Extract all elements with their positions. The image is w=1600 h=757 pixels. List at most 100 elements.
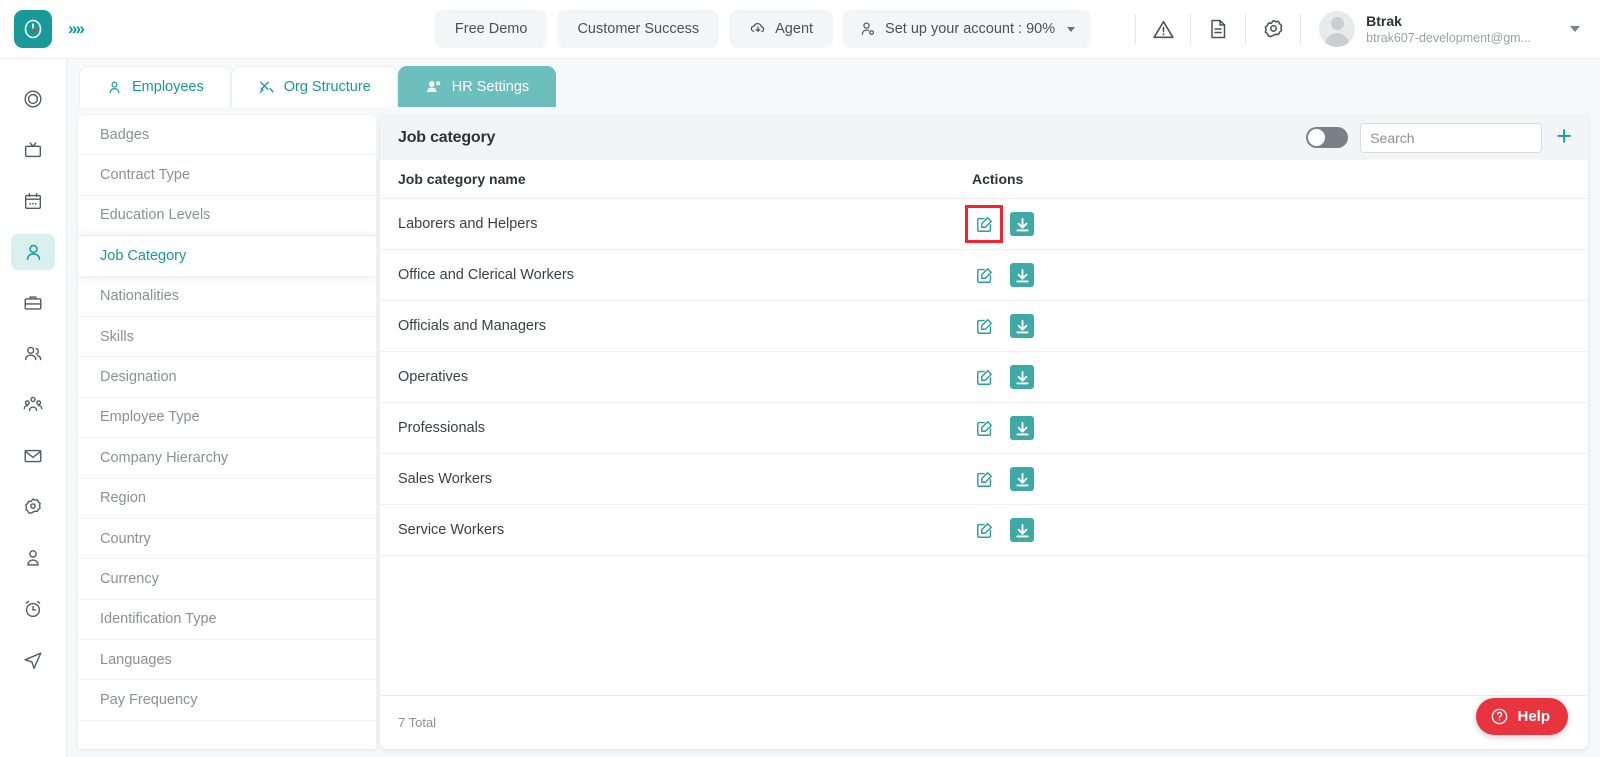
setup-account-button[interactable]: Set up your account : 90% bbox=[843, 10, 1092, 48]
main-tabs: Employees Org Structure HR Settings bbox=[67, 59, 1600, 107]
profile-icon bbox=[27, 550, 39, 566]
tab-hr-settings-label: HR Settings bbox=[451, 79, 530, 95]
hr-settings-menu: Badges Contract Type Education Levels Jo… bbox=[78, 115, 376, 749]
total-count-label: 7 Total bbox=[398, 715, 437, 730]
user-menu[interactable]: Btrak btrak607-development@gm... bbox=[1301, 11, 1600, 47]
table-row: Laborers and Helpers bbox=[380, 199, 1588, 250]
free-demo-button[interactable]: Free Demo bbox=[434, 10, 548, 48]
sidebar-item-calendar[interactable] bbox=[11, 183, 55, 219]
edit-pencil-icon[interactable] bbox=[972, 416, 996, 440]
download-arrow-icon[interactable] bbox=[1010, 263, 1034, 287]
left-nav-rail bbox=[0, 59, 67, 757]
topbar-right-icons: Btrak btrak607-development@gm... bbox=[1135, 0, 1600, 58]
table-row: Service Workers bbox=[380, 505, 1588, 556]
settings-item-job-category[interactable]: Job Category bbox=[78, 236, 376, 277]
download-arrow-icon[interactable] bbox=[1010, 212, 1034, 236]
edit-pencil-icon[interactable] bbox=[972, 518, 996, 542]
customer-success-button[interactable]: Customer Success bbox=[557, 10, 720, 48]
users-gear-icon bbox=[426, 81, 440, 92]
help-button[interactable]: Help bbox=[1476, 698, 1568, 735]
agent-button[interactable]: Agent bbox=[729, 10, 834, 48]
settings-item-education-levels[interactable]: Education Levels bbox=[78, 196, 376, 237]
cell-job-category-name: Operatives bbox=[398, 369, 469, 385]
settings-item-label: Nationalities bbox=[100, 288, 179, 305]
settings-item-country[interactable]: Country bbox=[78, 519, 376, 560]
sidebar-item-team[interactable] bbox=[11, 336, 55, 372]
settings-item-label: Education Levels bbox=[100, 207, 211, 224]
settings-item-region[interactable]: Region bbox=[78, 479, 376, 519]
sidebar-item-mail[interactable] bbox=[11, 438, 55, 474]
tab-hr-settings[interactable]: HR Settings bbox=[397, 66, 557, 107]
sidebar-item-settings[interactable] bbox=[11, 489, 55, 525]
user-info: Btrak btrak607-development@gm... bbox=[1366, 13, 1531, 46]
settings-item-pay-frequency[interactable]: Pay Frequency bbox=[78, 680, 376, 721]
tools-icon bbox=[259, 81, 274, 93]
job-category-card: Job category + Job category name Actions… bbox=[380, 115, 1588, 749]
tab-employees[interactable]: Employees bbox=[79, 66, 231, 107]
dashboard-icon bbox=[24, 90, 42, 108]
people-icon bbox=[24, 346, 42, 361]
edit-pencil-icon[interactable] bbox=[972, 314, 996, 338]
cell-job-category-name: Officials and Managers bbox=[398, 318, 547, 334]
gear-icon[interactable] bbox=[1246, 0, 1300, 58]
free-demo-label: Free Demo bbox=[454, 21, 528, 37]
settings-item-label: Country bbox=[100, 530, 151, 547]
app-logo[interactable] bbox=[14, 10, 52, 48]
sidebar-item-org[interactable] bbox=[11, 387, 55, 423]
sidebar-item-profile[interactable] bbox=[11, 540, 55, 576]
briefcase-icon bbox=[24, 296, 42, 310]
sidebar-item-send[interactable] bbox=[11, 642, 55, 678]
edit-pencil-icon[interactable] bbox=[972, 263, 996, 287]
cell-actions bbox=[972, 518, 1588, 542]
settings-item-languages[interactable]: Languages bbox=[78, 640, 376, 681]
clock-logo-icon bbox=[24, 19, 42, 39]
mail-icon bbox=[24, 449, 42, 463]
person-icon bbox=[26, 244, 40, 260]
settings-item-employee-type[interactable]: Employee Type bbox=[78, 398, 376, 439]
download-arrow-icon[interactable] bbox=[1010, 314, 1034, 338]
edit-pencil-icon[interactable] bbox=[965, 205, 1003, 243]
question-circle-icon bbox=[1492, 708, 1508, 725]
settings-item-currency[interactable]: Currency bbox=[78, 559, 376, 600]
cell-actions bbox=[972, 467, 1588, 491]
settings-item-label: Badges bbox=[100, 126, 150, 143]
settings-item-contract-type[interactable]: Contract Type bbox=[78, 155, 376, 196]
warning-triangle-icon[interactable] bbox=[1136, 0, 1190, 58]
download-arrow-icon[interactable] bbox=[1010, 416, 1034, 440]
download-arrow-icon[interactable] bbox=[1010, 365, 1034, 389]
search-input[interactable] bbox=[1360, 122, 1543, 153]
edit-pencil-icon[interactable] bbox=[972, 365, 996, 389]
tv-screen-icon bbox=[24, 142, 42, 158]
settings-item-skills[interactable]: Skills bbox=[78, 317, 376, 358]
settings-item-badges[interactable]: Badges bbox=[78, 115, 376, 156]
card-header: Job category + bbox=[380, 115, 1588, 160]
document-icon[interactable] bbox=[1191, 0, 1245, 58]
table-row: Office and Clerical Workers bbox=[380, 250, 1588, 301]
sidebar-item-people[interactable] bbox=[11, 234, 55, 270]
sidebar-item-jobs[interactable] bbox=[11, 285, 55, 321]
add-job-category-button[interactable]: + bbox=[1554, 122, 1578, 153]
sidebar-item-time[interactable] bbox=[11, 591, 55, 627]
sidebar-item-dashboard[interactable] bbox=[11, 81, 55, 117]
tab-org-structure[interactable]: Org Structure bbox=[230, 66, 398, 107]
table-row: Professionals bbox=[380, 403, 1588, 454]
settings-item-designation[interactable]: Designation bbox=[78, 357, 376, 398]
help-label: Help bbox=[1517, 708, 1550, 725]
settings-item-identification-type[interactable]: Identification Type bbox=[78, 600, 376, 641]
archived-toggle[interactable] bbox=[1306, 127, 1349, 148]
settings-item-nationalities[interactable]: Nationalities bbox=[78, 277, 376, 317]
sidebar-item-screen[interactable] bbox=[11, 132, 55, 168]
user-settings-icon bbox=[861, 22, 875, 35]
edit-pencil-icon[interactable] bbox=[972, 467, 996, 491]
settings-gear-icon bbox=[25, 498, 41, 514]
download-arrow-icon[interactable] bbox=[1010, 518, 1034, 542]
tab-employees-label: Employees bbox=[132, 79, 204, 95]
settings-item-label: Job Category bbox=[100, 247, 187, 264]
settings-item-company-hierarchy[interactable]: Company Hierarchy bbox=[78, 438, 376, 479]
alarm-clock-icon bbox=[25, 600, 41, 618]
settings-item-label: Skills bbox=[100, 328, 134, 345]
settings-item-label: Region bbox=[100, 490, 146, 507]
chevrons-right-icon[interactable]: »» bbox=[68, 19, 85, 39]
download-arrow-icon[interactable] bbox=[1010, 467, 1034, 491]
calendar-icon bbox=[24, 192, 42, 210]
